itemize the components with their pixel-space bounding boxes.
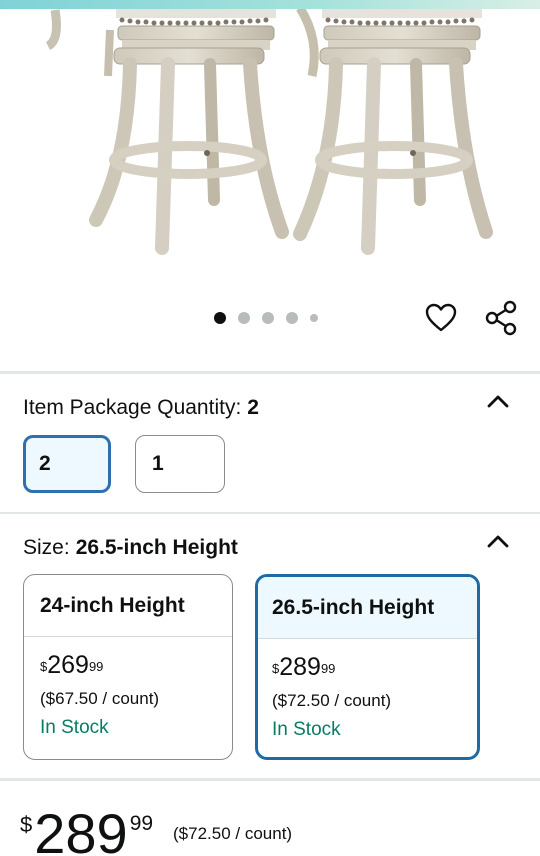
price-fraction: 99 <box>129 812 154 835</box>
price-unit: ($72.50 / count) <box>173 824 293 843</box>
section-divider <box>0 371 540 374</box>
gallery-dot[interactable] <box>310 314 318 322</box>
stool-right <box>293 0 493 255</box>
quantity-option-label: 1 <box>152 452 164 475</box>
wishlist-button[interactable] <box>423 300 459 336</box>
size-option-24-inch[interactable]: 24-inch Height $26999 ($67.50 / count) I… <box>23 574 233 760</box>
chevron-up-icon[interactable] <box>484 387 512 415</box>
price-whole: 289 <box>34 802 128 856</box>
top-color-strip <box>0 0 540 9</box>
size-option-price: $28999 <box>272 653 336 681</box>
size-heading: Size: 26.5-inch Height <box>23 536 238 560</box>
quantity-option-2[interactable]: 2 <box>23 435 111 493</box>
section-divider <box>0 512 540 514</box>
size-option-availability: In Stock <box>272 719 341 740</box>
heart-icon <box>425 303 457 332</box>
quantity-heading: Item Package Quantity: 2 <box>23 396 259 420</box>
chevron-up-icon[interactable] <box>484 527 512 555</box>
size-option-availability: In Stock <box>40 717 109 738</box>
product-image[interactable] <box>0 0 540 300</box>
share-button[interactable] <box>483 300 519 336</box>
gallery-dot[interactable] <box>262 312 274 324</box>
quantity-option-label: 2 <box>39 452 51 475</box>
size-option-title: 24-inch Height <box>24 575 232 637</box>
share-icon <box>485 300 517 336</box>
gallery-dot[interactable] <box>286 312 298 324</box>
product-image-gallery[interactable] <box>0 0 540 370</box>
size-option-unit-price: ($67.50 / count) <box>40 689 160 708</box>
price-currency: $ <box>20 812 33 837</box>
product-price: $ 289 99 <box>20 804 153 856</box>
section-divider <box>0 778 540 781</box>
quantity-selected-value: 2 <box>247 396 259 419</box>
gallery-dot[interactable] <box>214 312 226 324</box>
size-option-26-5-inch[interactable]: 26.5-inch Height $28999 ($72.50 / count)… <box>255 574 480 760</box>
quantity-option-1[interactable]: 1 <box>135 435 225 493</box>
size-option-unit-price: ($72.50 / count) <box>272 691 392 710</box>
quantity-label: Item Package Quantity: <box>23 396 242 419</box>
stool-left <box>45 0 289 255</box>
gallery-pagination[interactable] <box>214 312 318 324</box>
size-selected-value: 26.5-inch Height <box>75 536 238 559</box>
size-option-price: $26999 <box>40 651 104 679</box>
size-label: Size: <box>23 536 70 559</box>
size-option-title: 26.5-inch Height <box>258 577 477 639</box>
gallery-dot[interactable] <box>238 312 250 324</box>
